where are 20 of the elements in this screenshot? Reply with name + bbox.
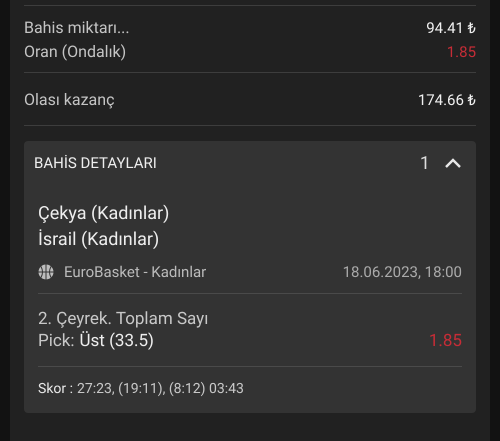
team-name: Çekya (Kadınlar) xyxy=(38,202,170,226)
team-name: İsrail (Kadınlar) xyxy=(38,228,160,252)
pick-label: Pick: xyxy=(38,330,74,352)
card-title: BAHİS DETAYLARI xyxy=(34,154,158,172)
score-value: 27:23, (19:11), (8:12) 03:43 xyxy=(77,381,244,397)
score-label: Skor : xyxy=(38,381,73,397)
pick-value: Üst (33.5) xyxy=(80,330,155,352)
row-label: Oran (Ondalık) xyxy=(24,42,126,61)
match-datetime: 18.06.2023, 18:00 xyxy=(342,263,462,281)
bet-count: 1 xyxy=(420,152,430,174)
row-value: 94.41 ₺ xyxy=(426,18,476,36)
league-name: EuroBasket - Kadınlar xyxy=(64,263,208,281)
winnings-value: 174.66 ₺ xyxy=(418,90,476,108)
row-value: 1.85 xyxy=(446,42,476,60)
row-label: Bahis miktarı... xyxy=(24,18,130,37)
odds-value: 1.85 xyxy=(428,330,462,352)
collapse-icon[interactable] xyxy=(444,157,462,169)
winnings-label: Olası kazanç xyxy=(24,90,114,109)
basketball-icon xyxy=(38,264,54,280)
market-name: 2. Çeyrek. Toplam Sayı xyxy=(38,308,210,330)
